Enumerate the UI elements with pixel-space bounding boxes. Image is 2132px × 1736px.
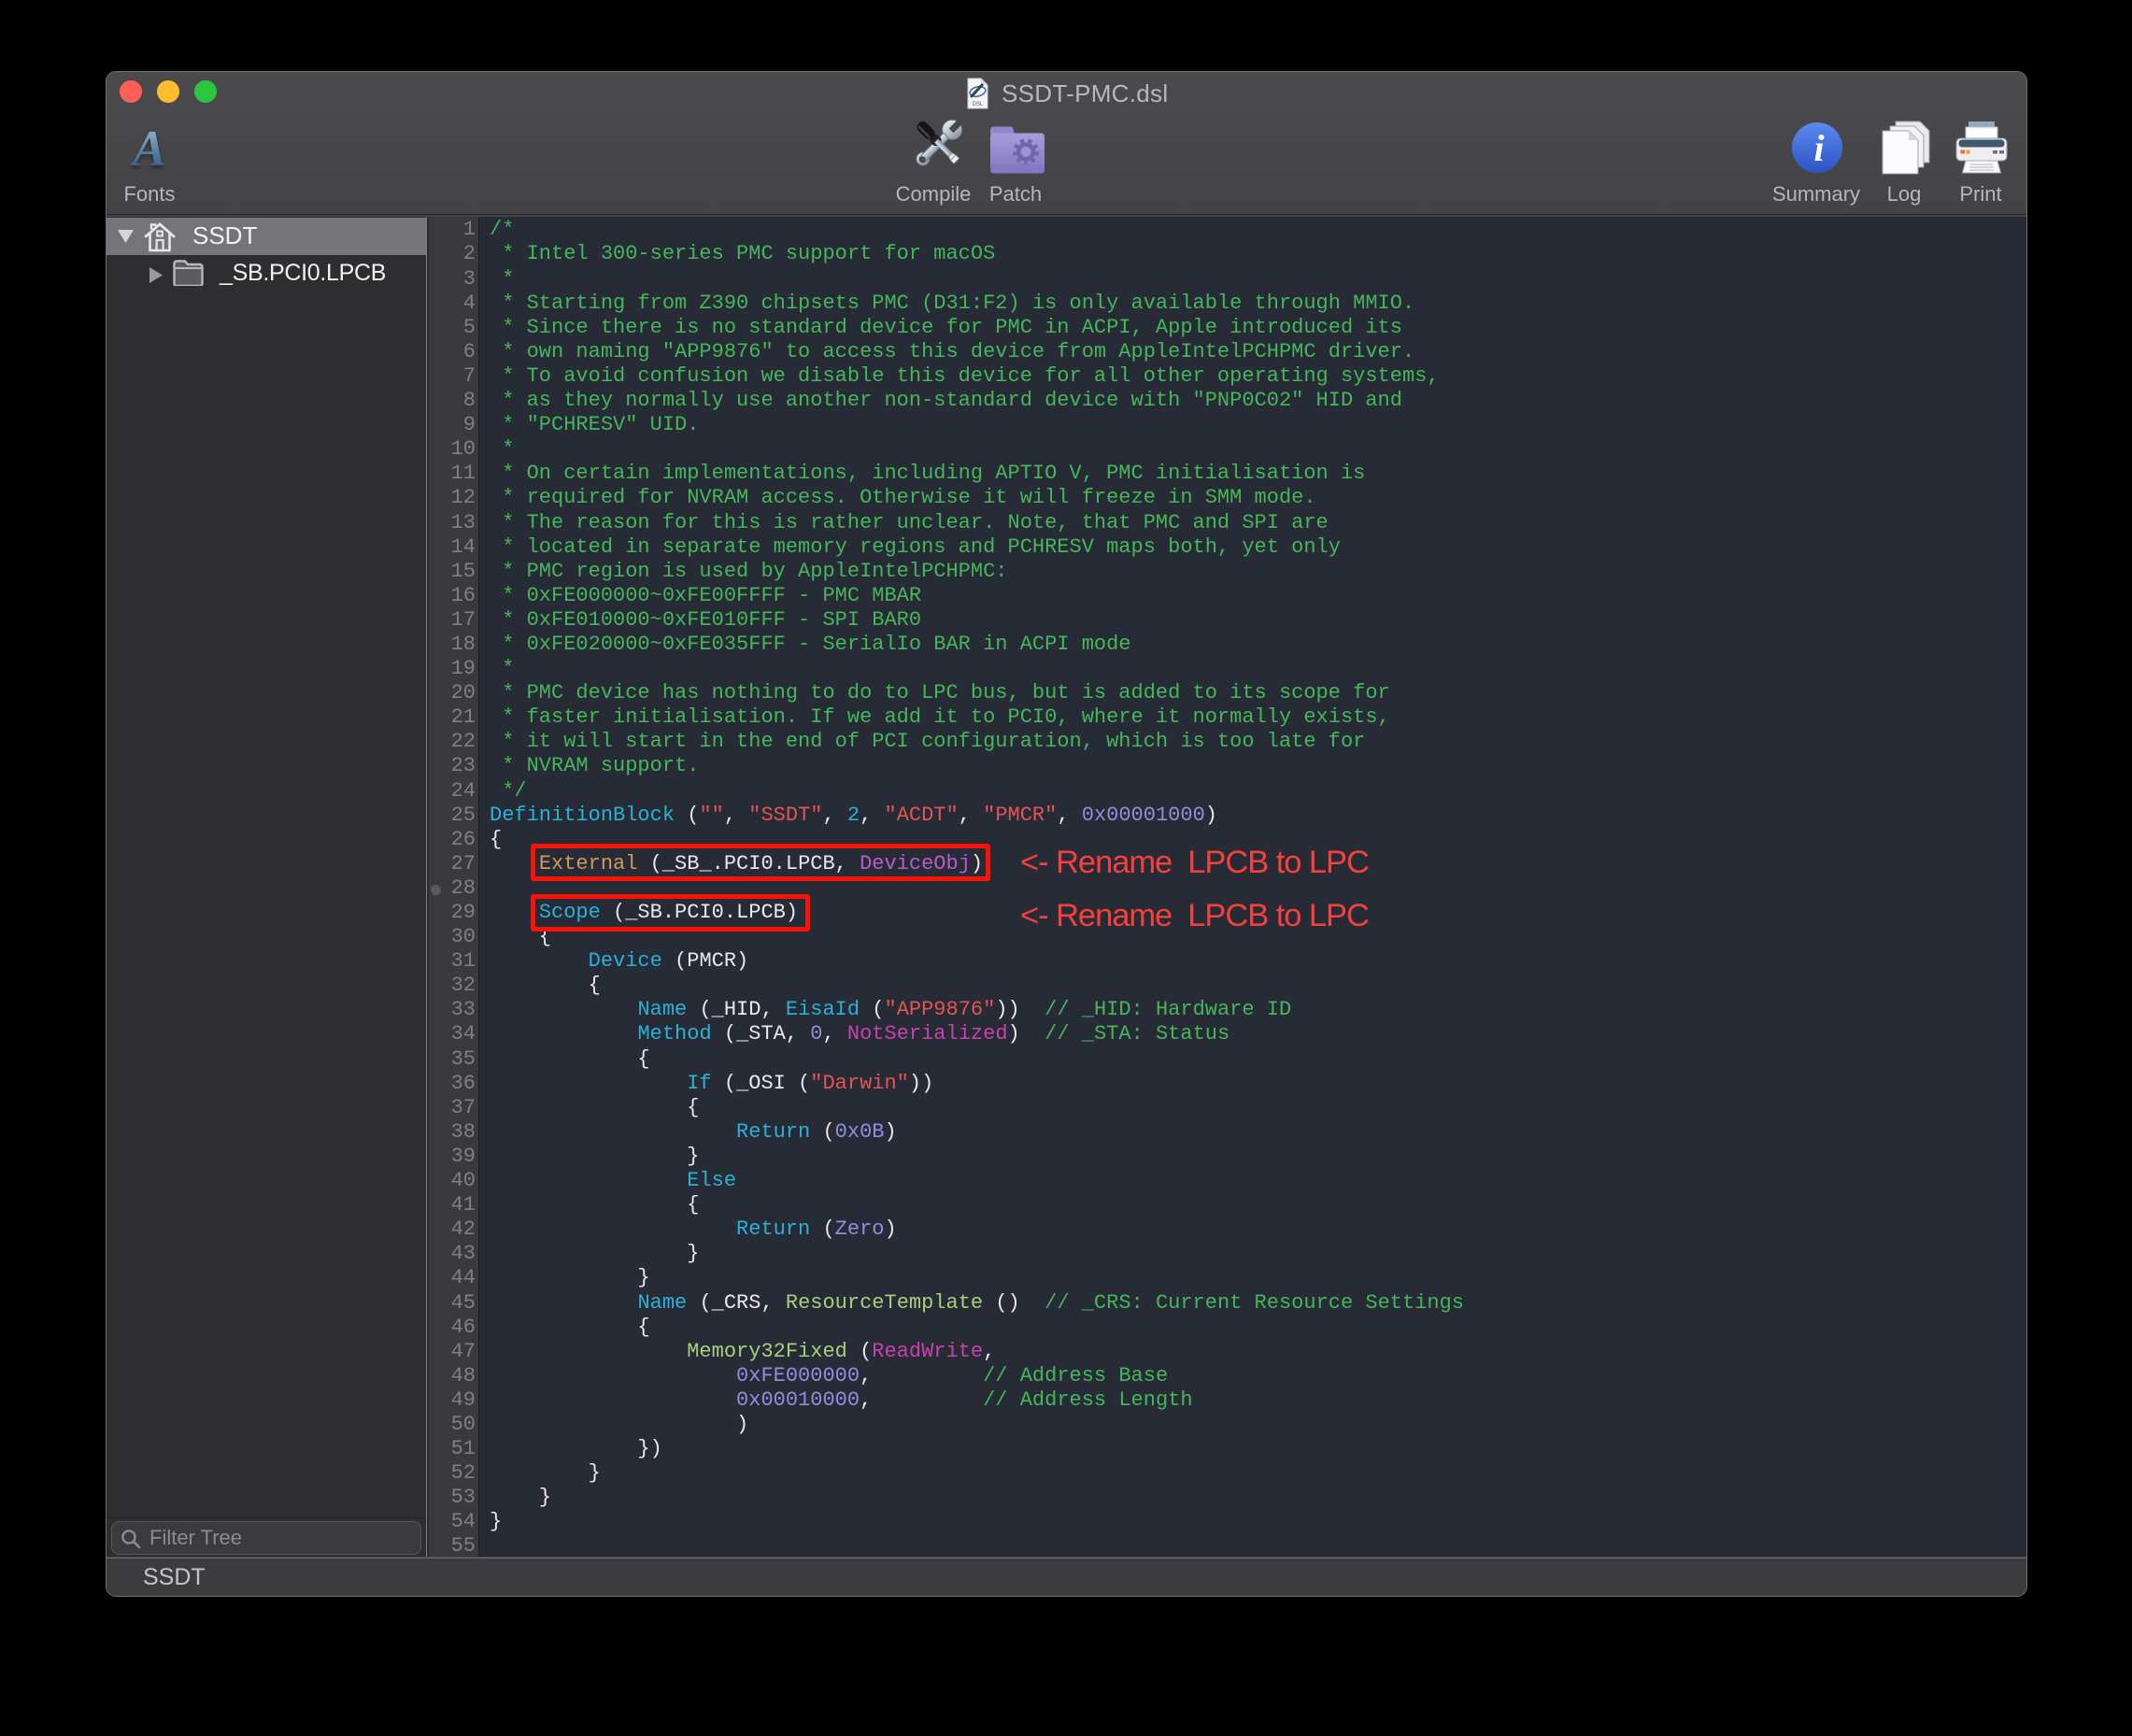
svg-text:DSL: DSL <box>973 102 984 107</box>
svg-text:i: i <box>1813 127 1824 169</box>
